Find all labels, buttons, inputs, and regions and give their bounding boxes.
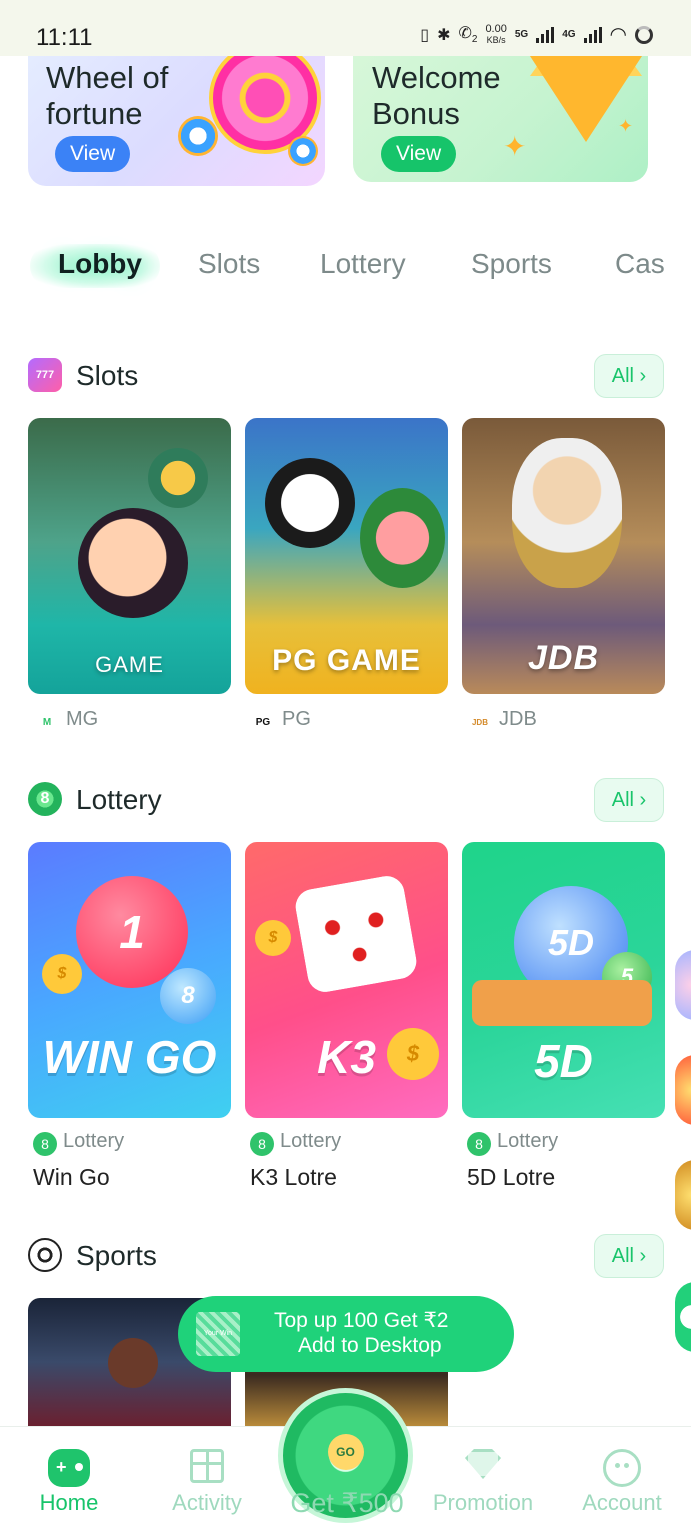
bonus-view-button[interactable]: View xyxy=(381,136,457,172)
status-time: 11:11 xyxy=(36,24,93,51)
lottery-section-header: 8 Lottery All › xyxy=(28,778,664,822)
jdb-logo: JDB xyxy=(527,639,600,677)
lottery-all-button[interactable]: All › xyxy=(594,778,664,822)
battery-ring-icon xyxy=(635,25,653,44)
banner-title: Wheel of fortune xyxy=(46,60,169,131)
wifi-icon: ◠ xyxy=(609,24,627,46)
lottery-ball-1-icon: 1 xyxy=(76,876,188,988)
provider-jdb: JDB JDB xyxy=(471,708,537,730)
slots-section-header: 777 Slots All › xyxy=(28,354,664,398)
gamepad-icon: + xyxy=(48,1449,90,1487)
coin-icon: $ xyxy=(42,954,82,994)
signal-bars-icon xyxy=(536,26,555,43)
cobra-icon xyxy=(148,448,208,508)
lottery-tray-icon xyxy=(472,980,652,1026)
spin-wheel-label: Get ₹500 xyxy=(290,1488,404,1518)
nav-promotion[interactable]: Promotion xyxy=(414,1427,552,1536)
welcome-bonus-banner[interactable]: ✦ ✦ Welcome Bonus View xyxy=(353,56,648,182)
coin-icon: $ xyxy=(255,920,291,956)
lottery-ball-icon: 8 xyxy=(28,782,62,816)
tab-casino[interactable]: Cas xyxy=(615,236,665,292)
slot-card-mg[interactable]: GAME xyxy=(28,418,231,694)
status-bar: 11:11 ▯ ✱ ✆2 0.00 KB/s 5G 4G ◠ xyxy=(0,0,691,56)
5d-meta: 8 Lottery 5D Lotre xyxy=(467,1130,559,1190)
call-icon: ✆2 xyxy=(458,25,478,46)
zeus-character-icon xyxy=(512,438,622,588)
casino-chip-icon xyxy=(288,136,318,166)
gift-icon xyxy=(190,1449,224,1483)
sports-all-button[interactable]: All › xyxy=(594,1234,664,1278)
floating-widget[interactable] xyxy=(675,1282,691,1352)
signal-bars-icon-2 xyxy=(583,26,602,43)
vibrate-icon: ▯ xyxy=(420,26,430,44)
lottery-ball-icon: 8 xyxy=(33,1132,57,1156)
lottery-card-k3[interactable]: $ $ K3 xyxy=(245,842,448,1118)
lottery-section-title: Lottery xyxy=(76,784,162,815)
nav-activity[interactable]: Activity xyxy=(138,1427,276,1536)
add-to-desktop-toast[interactable]: Your Win Top up 100 Get ₹2 Add to Deskto… xyxy=(178,1296,514,1372)
tab-lobby[interactable]: Lobby xyxy=(58,236,142,292)
wingo-name: Win Go xyxy=(33,1164,110,1190)
floating-widget[interactable] xyxy=(675,950,691,1020)
lottery-ball-8-icon: 8 xyxy=(160,968,216,1024)
account-face-icon xyxy=(603,1449,641,1487)
sports-section-title: Sports xyxy=(76,1240,157,1271)
pg-provider-icon: PG xyxy=(255,717,271,728)
slots-all-button[interactable]: All › xyxy=(594,354,664,398)
wingo-logo: WIN GO xyxy=(42,1031,217,1083)
toast-line1: Top up 100 Get ₹2 xyxy=(274,1309,449,1332)
dice-icon xyxy=(292,873,420,995)
mg-provider-icon: M xyxy=(42,717,52,728)
banner-title: Welcome Bonus xyxy=(372,60,501,131)
k3-logo: K3 xyxy=(317,1031,376,1083)
k3-meta: 8 Lottery K3 Lotre xyxy=(250,1130,342,1190)
slot-machine-icon: 777 xyxy=(28,358,62,392)
casino-chip-icon xyxy=(178,116,218,156)
jdb-provider-icon: JDB xyxy=(471,718,488,727)
app-logo-icon: Your Win xyxy=(196,1312,240,1356)
signal-4g-label: 4G xyxy=(562,29,576,40)
5d-name: 5D Lotre xyxy=(467,1164,556,1190)
cleopatra-character-icon xyxy=(78,508,188,618)
leprechaun-character-icon xyxy=(360,488,445,588)
mg-game-logo: GAME xyxy=(95,652,164,677)
floating-widget[interactable] xyxy=(675,1160,691,1230)
sparkle-icon: ✦ xyxy=(618,116,634,136)
lottery-ball-icon: 8 xyxy=(467,1132,491,1156)
toast-line2: Add to Desktop xyxy=(298,1334,442,1357)
lottery-card-wingo[interactable]: 1 8 $ WIN GO xyxy=(28,842,231,1118)
player-character-icon xyxy=(108,1338,158,1388)
slot-card-jdb[interactable]: JDB xyxy=(462,418,665,694)
sparkle-icon: ✦ xyxy=(503,131,527,162)
k3-name: K3 Lotre xyxy=(250,1164,337,1190)
bluetooth-icon: ✱ xyxy=(437,26,451,44)
diamond-icon xyxy=(465,1449,501,1479)
panda-character-icon xyxy=(265,458,355,548)
go-badge: GO xyxy=(327,1433,364,1470)
provider-mg: M MG xyxy=(38,708,98,731)
soccer-ball-icon xyxy=(28,1238,62,1272)
5d-logo: 5D xyxy=(534,1035,593,1087)
sports-section-header: Sports All › xyxy=(28,1234,664,1278)
slots-section-title: Slots xyxy=(76,360,139,391)
tab-slots[interactable]: Slots xyxy=(198,236,260,292)
wheel-view-button[interactable]: View xyxy=(55,136,131,172)
pg-game-logo: PG GAME xyxy=(272,644,421,677)
provider-pg: PG PG xyxy=(255,708,311,730)
floating-widget[interactable] xyxy=(675,1055,691,1125)
net-speed: 0.00 KB/s xyxy=(485,22,507,45)
nav-account[interactable]: Account xyxy=(553,1427,691,1536)
lottery-ball-icon: 8 xyxy=(250,1132,274,1156)
nav-home[interactable]: + Home xyxy=(0,1427,138,1536)
wingo-meta: 8 Lottery Win Go xyxy=(33,1130,125,1190)
wheel-of-fortune-banner[interactable]: Wheel of fortune View xyxy=(28,56,325,186)
lottery-card-5d[interactable]: 5D 5 5D xyxy=(462,842,665,1118)
tab-sports[interactable]: Sports xyxy=(471,236,552,292)
slot-card-pg[interactable]: PG GAME xyxy=(245,418,448,694)
tab-lottery[interactable]: Lottery xyxy=(320,236,406,292)
status-icons: ▯ ✱ ✆2 0.00 KB/s 5G 4G ◠ xyxy=(420,22,653,47)
category-tabs: Lobby Slots Lottery Sports Cas xyxy=(0,236,691,292)
signal-5g-label: 5G xyxy=(514,29,529,40)
